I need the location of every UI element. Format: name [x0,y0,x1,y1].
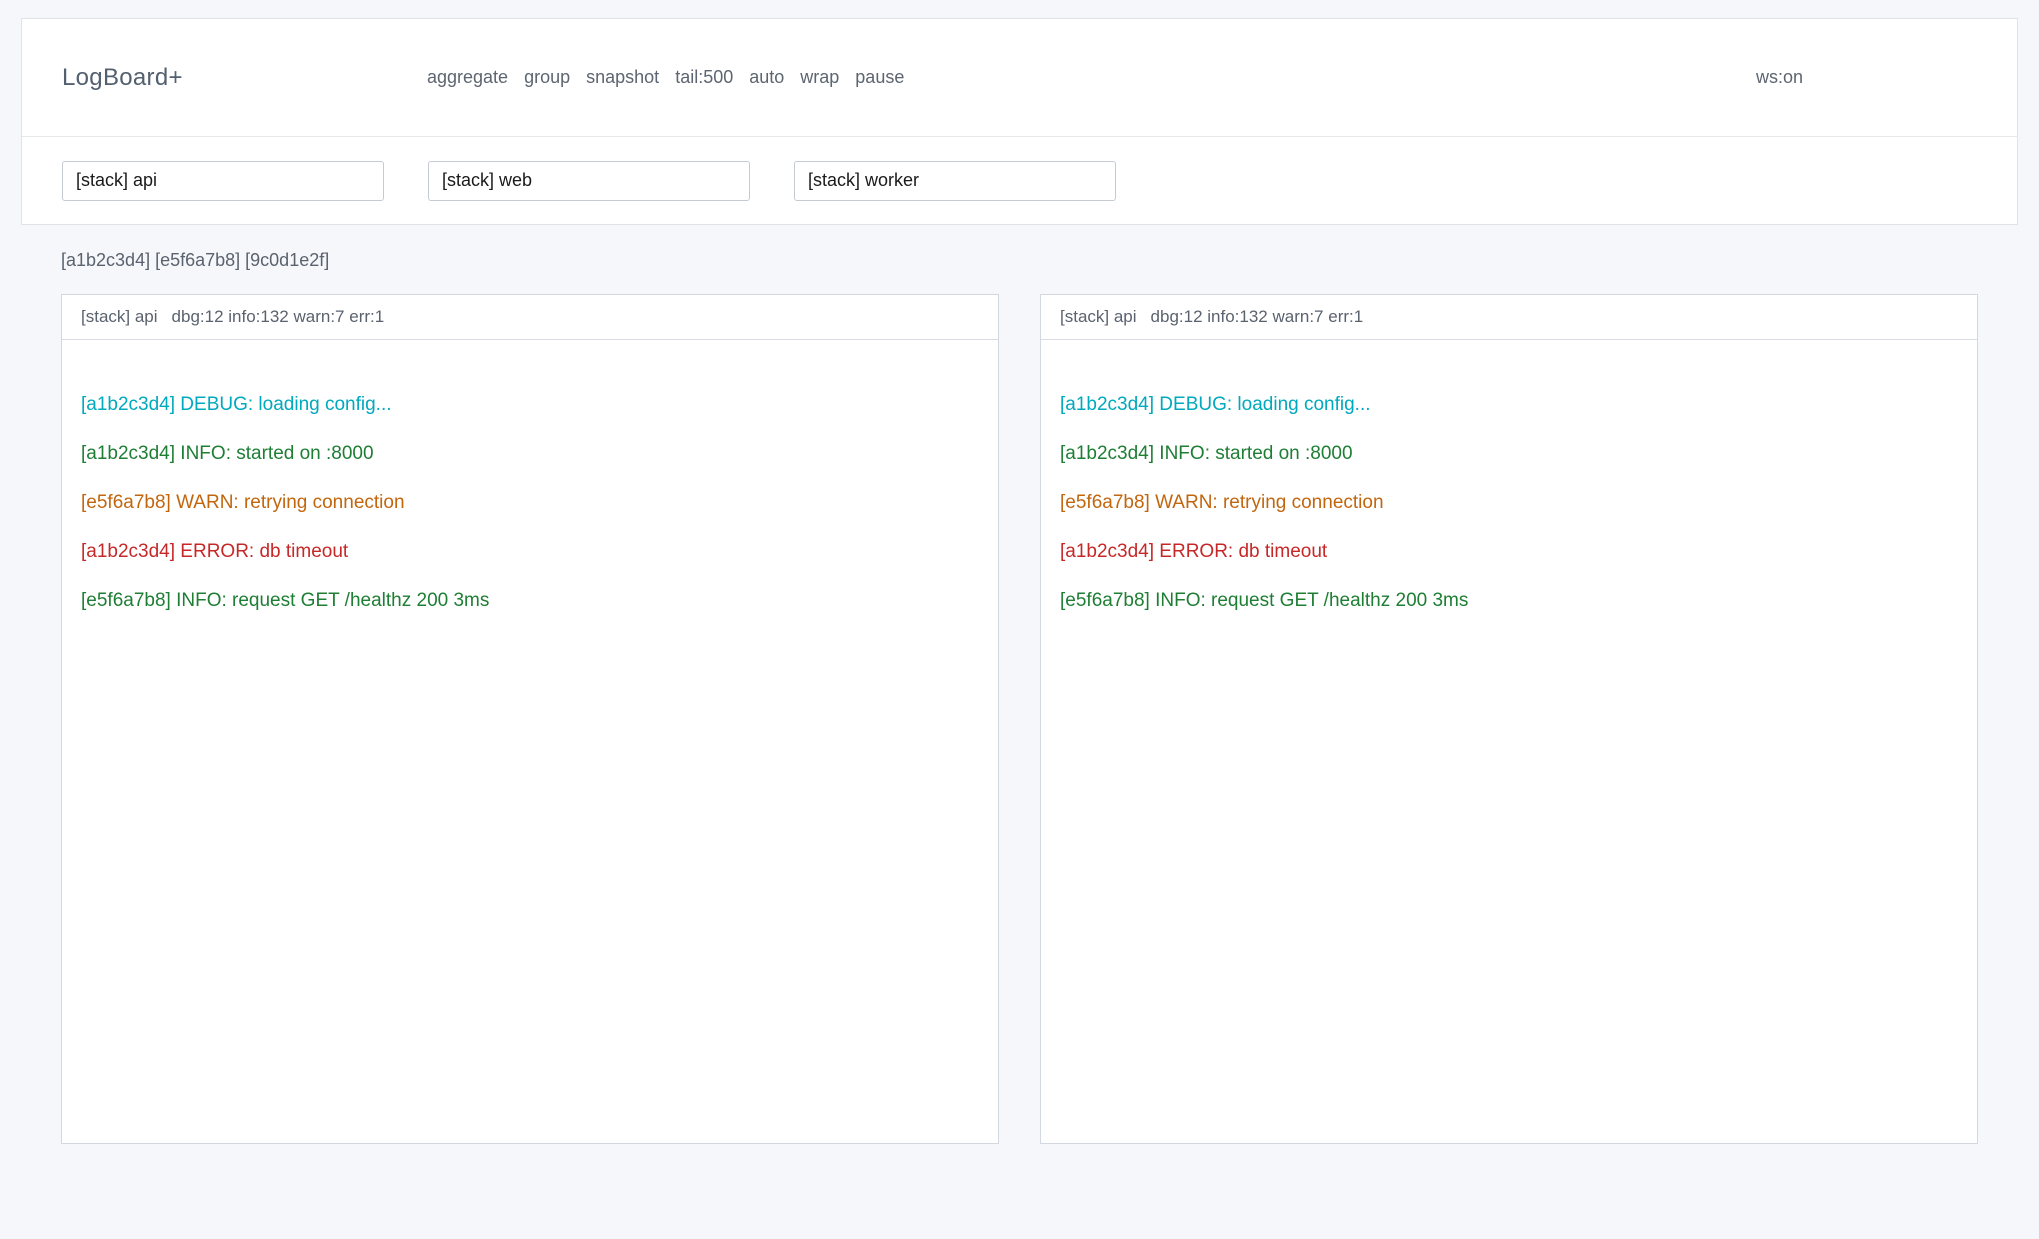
log-line: [e5f6a7b8] INFO: request GET /healthz 20… [1060,576,1958,625]
log-scroll-area[interactable]: [a1b2c3d4] DEBUG: loading config... [a1b… [62,340,998,1143]
filter-input-web[interactable] [428,161,750,201]
filter-input-api[interactable] [62,161,384,201]
log-panel-header: [stack] api dbg:12 info:132 warn:7 err:1 [62,295,998,340]
log-line: [a1b2c3d4] ERROR: db timeout [1060,527,1958,576]
menu-item-group[interactable]: group [524,67,570,88]
log-scroll-area[interactable]: [a1b2c3d4] DEBUG: loading config... [a1b… [1041,340,1977,1143]
log-line: [a1b2c3d4] ERROR: db timeout [81,527,979,576]
log-panels: [stack] api dbg:12 info:132 warn:7 err:1… [21,294,2018,1144]
log-panel: [stack] api dbg:12 info:132 warn:7 err:1… [1040,294,1978,1144]
log-panel-title: [stack] api [81,307,158,327]
page: LogBoard+ aggregate group snapshot tail:… [0,0,2039,1144]
log-line: [e5f6a7b8] WARN: retrying connection [1060,478,1958,527]
log-line: [a1b2c3d4] INFO: started on :8000 [81,429,979,478]
menu-item-aggregate[interactable]: aggregate [427,67,508,88]
log-panel-title: [stack] api [1060,307,1137,327]
app-title: LogBoard+ [62,64,427,92]
menu-item-tail[interactable]: tail:500 [675,67,733,88]
filter-input-worker[interactable] [794,161,1116,201]
toolbar-menu: aggregate group snapshot tail:500 auto w… [427,67,1756,88]
log-panel-counts: dbg:12 info:132 warn:7 err:1 [1151,307,1364,327]
menu-item-pause[interactable]: pause [855,67,904,88]
menu-item-snapshot[interactable]: snapshot [586,67,659,88]
menu-item-auto[interactable]: auto [749,67,784,88]
header-card: LogBoard+ aggregate group snapshot tail:… [21,18,2018,225]
log-line: [e5f6a7b8] WARN: retrying connection [81,478,979,527]
log-panel-header: [stack] api dbg:12 info:132 warn:7 err:1 [1041,295,1977,340]
header-row: LogBoard+ aggregate group snapshot tail:… [22,19,2017,136]
log-line: [a1b2c3d4] DEBUG: loading config... [81,380,979,429]
log-panel-counts: dbg:12 info:132 warn:7 err:1 [172,307,385,327]
log-panel: [stack] api dbg:12 info:132 warn:7 err:1… [61,294,999,1144]
ws-status: ws:on [1756,67,1803,88]
log-line: [a1b2c3d4] INFO: started on :8000 [1060,429,1958,478]
trace-ids-line: [a1b2c3d4] [e5f6a7b8] [9c0d1e2f] [61,250,2018,271]
menu-item-wrap[interactable]: wrap [800,67,839,88]
log-line: [e5f6a7b8] INFO: request GET /healthz 20… [81,576,979,625]
log-line: [a1b2c3d4] DEBUG: loading config... [1060,380,1958,429]
filter-row [22,136,2017,224]
